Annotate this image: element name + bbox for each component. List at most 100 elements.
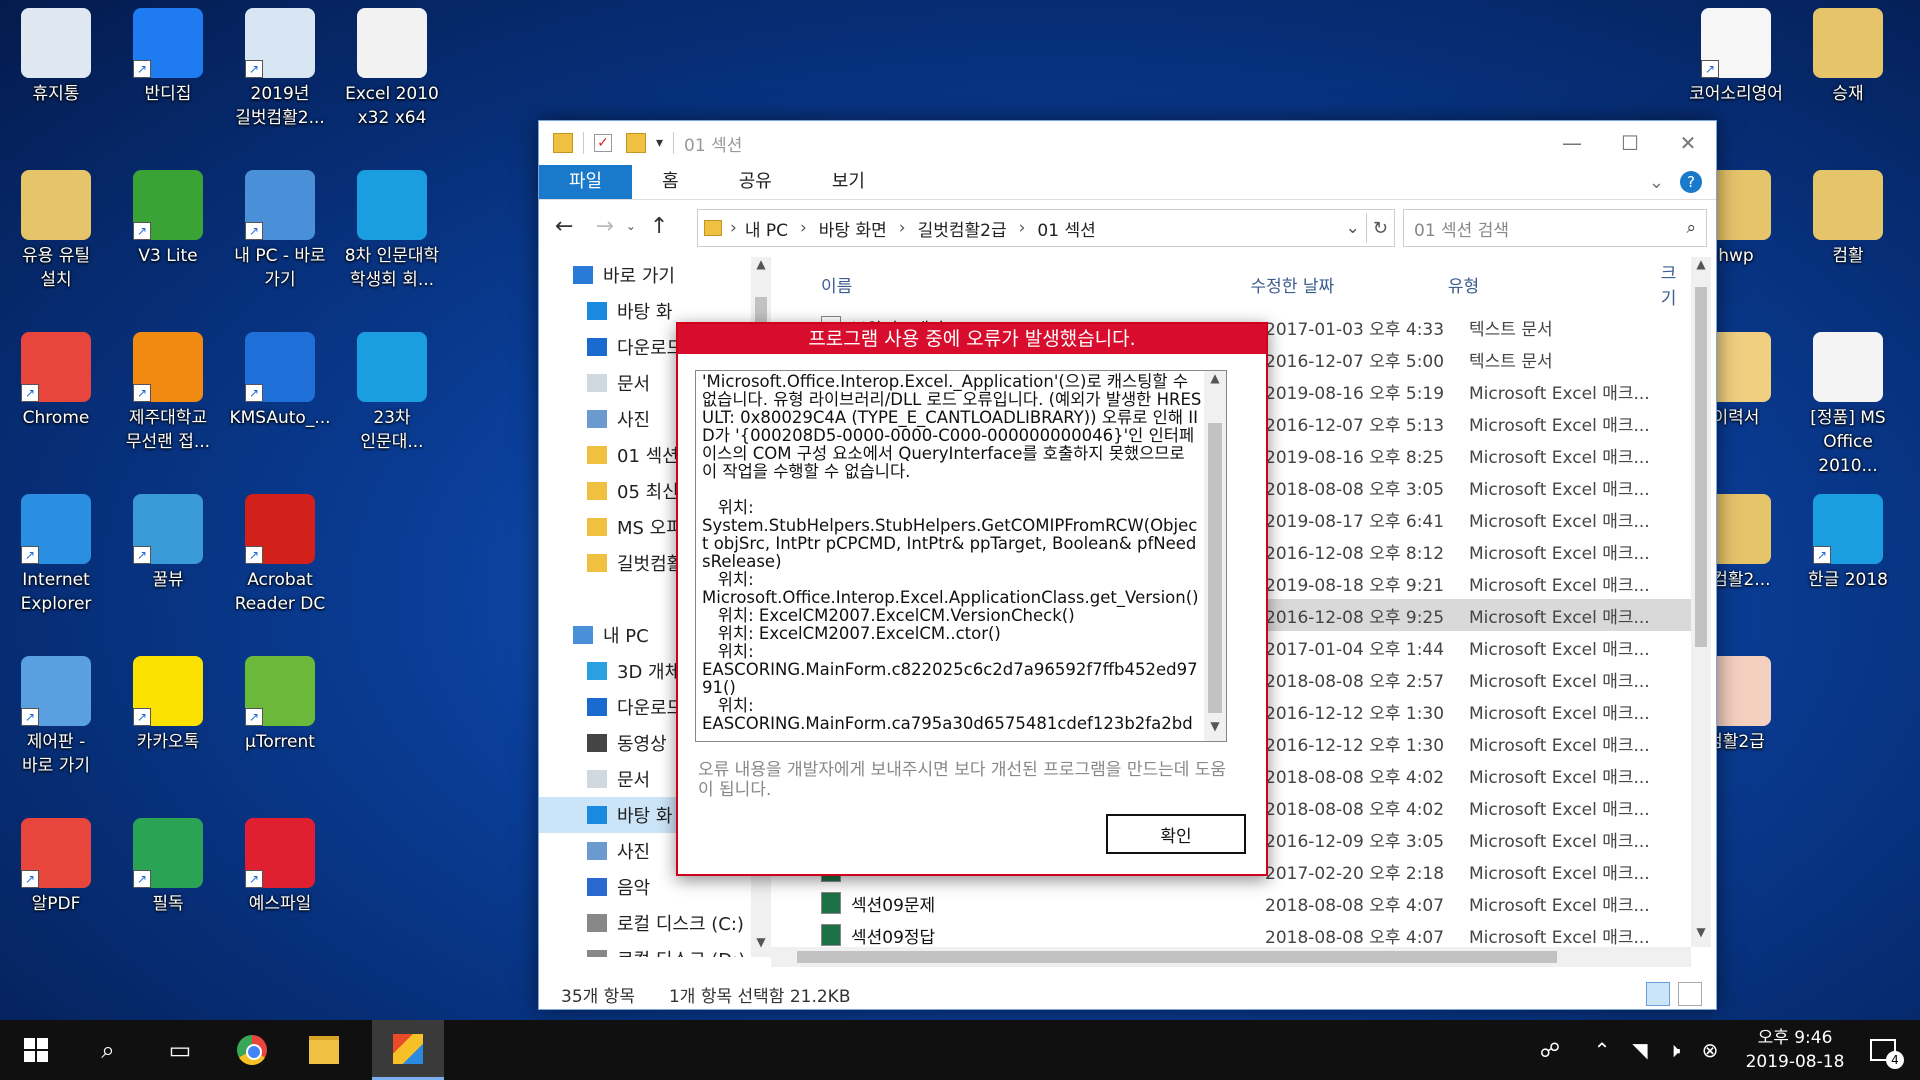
show-hidden-icons-icon[interactable]: ⌃ [1584,1020,1620,1080]
maximize-icon[interactable]: ☐ [1601,121,1659,165]
error-message-box[interactable]: 'Microsoft.Office.Interop.Excel._Applica… [695,370,1227,742]
file-type: Microsoft Excel 매크... [1469,415,1650,436]
nav-item-label: 다운로드 [617,698,684,719]
clock[interactable]: 오후 9:46 2019-08-18 [1740,1026,1850,1074]
desktop-icon[interactable]: Excel 2010 x32 x64 [336,8,448,130]
desktop-icon[interactable]: ↗ 필독 [112,818,224,916]
back-icon[interactable]: ← [555,214,573,239]
desktop-icon[interactable]: 23차 인문대... [336,332,448,454]
recent-locations-icon[interactable]: ⌄ [626,219,636,233]
network-icon[interactable]: ◥ [1622,1020,1658,1080]
forward-icon[interactable]: → [595,214,613,239]
tab-home[interactable]: 홈 [632,165,709,199]
ime-status-icon[interactable]: ⊗ [1692,1020,1728,1080]
large-icons-view-icon[interactable] [1678,982,1702,1006]
file-date: 2016-12-08 오후 8:12 [1265,543,1445,564]
folder-icon [553,133,573,153]
desktop-icon[interactable]: ↗ Chrome [0,332,112,430]
minimize-icon[interactable]: — [1543,121,1601,165]
column-name[interactable]: 이름 [791,272,1251,297]
shortcut-arrow-icon: ↗ [245,222,263,240]
desktop-icon-label: 2019년 길벗컴활2... [235,84,325,128]
desktop-icon[interactable]: [정품] MS Office 2010... [1792,332,1904,478]
file-type: Microsoft Excel 매크... [1469,863,1650,884]
file-date: 2017-01-03 오후 4:33 [1265,319,1445,340]
desktop-icon[interactable]: ↗ 알PDF [0,818,112,916]
horizontal-scrollbar[interactable] [771,947,1691,967]
chrome-taskbar-icon[interactable] [216,1020,288,1080]
search-box[interactable]: 01 섹션 검색 ⌕ [1403,209,1707,247]
desktop-icon[interactable]: ↗ 2019년 길벗컴활2... [224,8,336,130]
desktop-icon[interactable]: ↗ µTorrent [224,656,336,754]
file-list-scrollbar[interactable]: ▲ ▼ [1691,257,1711,947]
breadcrumb-desktop[interactable]: 바탕 화면 [819,216,887,241]
message-scrollbar[interactable]: ▲ ▼ [1204,371,1226,741]
file-explorer-taskbar-icon[interactable] [288,1020,360,1080]
desktop-icon[interactable]: ↗ 코어소리영어 [1680,8,1792,106]
file-type: Microsoft Excel 매크... [1469,927,1650,948]
action-center-icon[interactable]: 4 [1860,1020,1906,1080]
nav-item[interactable]: 로컬 디스크 (D:) [539,941,771,957]
tab-view[interactable]: 보기 [802,165,895,199]
address-dropdown-icon[interactable]: ⌄ [1346,218,1360,238]
tab-share[interactable]: 공유 [709,165,802,199]
desktop-icon[interactable]: ↗ 꿀뷰 [112,494,224,592]
search-input[interactable]: 01 섹션 검색 [1414,216,1686,241]
quick-access-dropdown-icon[interactable]: ▾ [656,135,663,151]
people-icon[interactable]: ☍ [1530,1020,1570,1080]
breadcrumb-my-pc[interactable]: 내 PC [745,216,788,241]
volume-icon[interactable]: 🕨 [1656,1020,1692,1080]
search-taskbar-icon[interactable]: ⌕ [72,1020,144,1080]
help-icon[interactable]: ? [1680,171,1702,193]
nav-item-label: MS 오피 [617,518,683,539]
desktop-icon-label: 승재 [1832,84,1864,104]
desktop-icon[interactable]: ↗ 반디집 [112,8,224,106]
close-icon[interactable]: ✕ [1659,121,1717,165]
desktop-icon[interactable]: ↗ 카카오톡 [112,656,224,754]
ribbon-expand-icon[interactable]: ⌄ [1649,172,1664,193]
breadcrumb-current[interactable]: 01 섹션 [1037,216,1095,241]
desktop-icon-label: 휴지통 [32,84,80,104]
new-folder-icon[interactable] [626,133,646,153]
task-view-icon[interactable]: ▭ [144,1020,216,1080]
start-button[interactable] [0,1020,72,1080]
nav-item-label: 바탕 화 [617,806,673,827]
desktop-icon[interactable]: ↗ KMSAuto_... [224,332,336,430]
tab-file[interactable]: 파일 [539,165,633,199]
nav-item[interactable]: 바로 가기 [539,257,771,293]
file-name: 섹션09정답 [851,927,936,948]
desktop-icon[interactable]: 유용 유틸 설치 [0,170,112,292]
desktop-icon[interactable]: 승재 [1792,8,1904,106]
desktop-icon[interactable]: 휴지통 [0,8,112,106]
column-date[interactable]: 수정한 날짜 [1251,272,1448,297]
column-size[interactable]: 크기 [1661,259,1691,309]
dialog-title: 프로그램 사용 중에 오류가 발생했습니다. [678,324,1266,354]
desktop-icon[interactable]: ↗ V3 Lite [112,170,224,268]
desktop-icon[interactable]: ↗ 제어판 - 바로 가기 [0,656,112,778]
shortcut-arrow-icon: ↗ [21,870,39,888]
desktop-icon[interactable]: ↗ Acrobat Reader DC [224,494,336,616]
desktop-icon[interactable]: ↗ 제주대학교 무선랜 접... [112,332,224,454]
nav-item-icon [587,662,607,680]
desktop-icon[interactable]: 컴활 [1792,170,1904,268]
file-date: 2016-12-12 오후 1:30 [1265,735,1445,756]
shortcut-arrow-icon: ↗ [133,708,151,726]
scoring-app-taskbar-icon[interactable] [372,1020,444,1080]
column-type[interactable]: 유형 [1448,272,1661,297]
up-icon[interactable]: ↑ [650,214,668,239]
nav-item[interactable]: 로컬 디스크 (C:) [539,905,771,941]
desktop-icon[interactable]: ↗ Internet Explorer [0,494,112,616]
desktop-icon[interactable]: ↗ 한글 2018 [1792,494,1904,592]
properties-check-icon[interactable]: ✓ [594,134,612,152]
desktop-icon[interactable]: ↗ 내 PC - 바로 가기 [224,170,336,292]
refresh-icon[interactable]: ↻ [1373,218,1388,239]
app-icon [21,8,91,78]
desktop-icon-label: Excel 2010 x32 x64 [345,84,439,128]
details-view-icon[interactable] [1646,982,1670,1006]
desktop-icon[interactable]: 8차 인문대학 학생회 회... [336,170,448,292]
desktop-icon[interactable]: ↗ 예스파일 [224,818,336,916]
file-row[interactable]: 섹션09문제 2018-08-08 오후 4:07 Microsoft Excel … [791,887,1691,919]
breadcrumb-gilbut[interactable]: 길벗컴활2급 [918,216,1007,241]
address-bar[interactable]: › 내 PC › 바탕 화면 › 길벗컴활2급 › 01 섹션 ⌄ ↻ [697,209,1395,247]
ok-button[interactable]: 확인 [1106,814,1246,854]
